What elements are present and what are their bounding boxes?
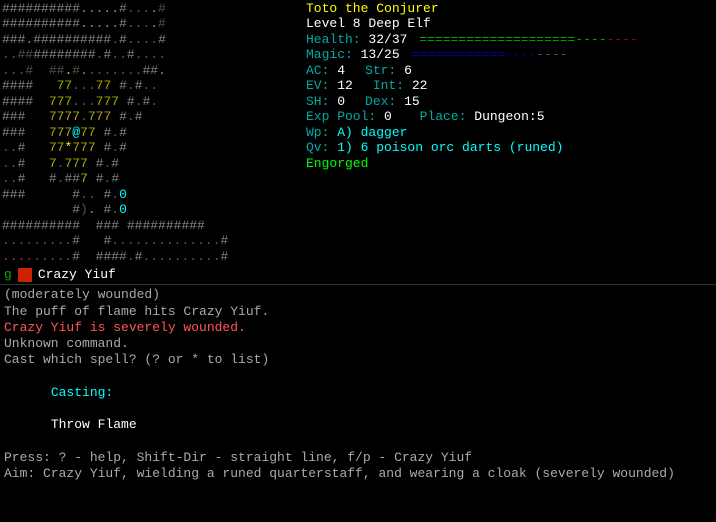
weapon-row: Wp: A) dagger xyxy=(306,125,710,140)
map-line: ##########.....#....# xyxy=(2,16,298,31)
monster-name: Crazy Yiuf xyxy=(38,267,116,282)
map-line: ...# ##.#........##. xyxy=(2,63,298,78)
msg-line-8: Aim: Crazy Yiuf, wielding a runed quarte… xyxy=(4,466,712,482)
msg-line-1: (moderately wounded) xyxy=(4,287,712,303)
sh-dex-row: SH: 0 Dex: 15 xyxy=(306,94,710,109)
map-line: .........# #..............# xyxy=(2,233,298,248)
map-line: ###.##########.#....# xyxy=(2,32,298,47)
character-level: Level 8 Deep Elf xyxy=(306,16,710,31)
top-section: ##########.....#....# ##########.....#..… xyxy=(0,0,716,265)
app-layout: ##########.....#....# ##########.....#..… xyxy=(0,0,716,522)
ev-int-row: EV: 12 Int: 22 xyxy=(306,78,710,93)
monster-glyph: g xyxy=(4,267,12,282)
map-line: ..# 77*777 #.# xyxy=(2,140,298,155)
map-line: ..# #.##7 #.# xyxy=(2,171,298,186)
map-line: ..# 7.777 #.# xyxy=(2,156,298,171)
map-line: ..##########.#..#.... xyxy=(2,47,298,62)
map-line: .........# ####.#..........# xyxy=(2,249,298,264)
status-row: Engorged xyxy=(306,156,710,171)
msg-line-3: Crazy Yiuf is severely wounded. xyxy=(4,320,712,336)
messages-panel: (moderately wounded) The puff of flame h… xyxy=(0,284,716,522)
exp-row: Exp Pool: 0 Place: Dungeon:5 xyxy=(306,109,710,124)
map-line: #). #.0 xyxy=(2,202,298,217)
quiver-row: Qv: 1) 6 poison orc darts (runed) xyxy=(306,140,710,155)
msg-line-4: Unknown command. xyxy=(4,336,712,352)
health-row: Health: 32/37 ====================------… xyxy=(306,32,710,47)
map-line: ##########.....#....# xyxy=(2,1,298,16)
map-line: #### 777...777 #.#. xyxy=(2,94,298,109)
monster-line: g Crazy Yiuf xyxy=(0,265,716,284)
map-line: ### 777@77 #.# xyxy=(2,125,298,140)
ac-str-row: AC: 4 Str: 6 xyxy=(306,63,710,78)
msg-line-2: The puff of flame hits Crazy Yiuf. xyxy=(4,304,712,320)
magic-row: Magic: 13/25 ============-------- xyxy=(306,47,710,62)
map-line: ### #.. #.0 xyxy=(2,187,298,202)
map-line: ### 7777.777 #.# xyxy=(2,109,298,124)
msg-line-7: Press: ? - help, Shift-Dir - straight li… xyxy=(4,450,712,466)
msg-line-6: Casting: Throw Flame xyxy=(4,369,712,450)
map-line: ########## ### ########## xyxy=(2,218,298,233)
monster-icon xyxy=(18,268,32,282)
map-line: #### 77...77 #.#.. xyxy=(2,78,298,93)
character-name: Toto the Conjurer xyxy=(306,1,710,16)
msg-line-5: Cast which spell? (? or * to list) xyxy=(4,352,712,368)
game-map: ##########.....#....# ##########.....#..… xyxy=(0,0,300,265)
stats-panel: Toto the Conjurer Level 8 Deep Elf Healt… xyxy=(300,0,716,265)
